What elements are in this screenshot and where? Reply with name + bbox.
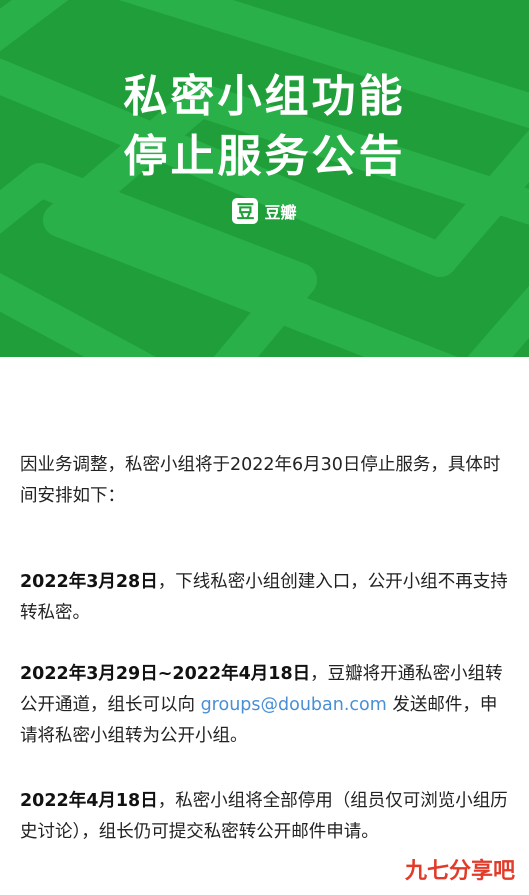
banner-title-line1: 私密小组功能: [123, 71, 406, 122]
header-banner: 私密小组功能 停止服务公告 豆 豆瓣: [0, 0, 529, 357]
intro-paragraph: 因业务调整，私密小组将于2022年6月30日停止服务，具体时间安排如下：: [20, 455, 501, 506]
brand: 豆 豆瓣: [0, 198, 529, 224]
email-link[interactable]: groups@douban.com: [201, 695, 387, 715]
schedule-date-2: 2022年3月29日~2022年4月18日: [20, 664, 311, 684]
schedule-date-1: 2022年3月28日: [20, 572, 158, 592]
schedule-item-3: 2022年4月18日，私密小组将全部停用（组员仅可浏览小组历史讨论），组长仍可提…: [20, 786, 512, 848]
schedule-date-3: 2022年4月18日: [20, 791, 158, 811]
douban-logo-icon: 豆: [232, 198, 259, 224]
brand-name: 豆瓣: [264, 203, 297, 222]
schedule-item-1: 2022年3月28日，下线私密小组创建入口，公开小组不再支持转私密。: [20, 567, 512, 629]
watermark: 九七分享吧: [404, 859, 515, 884]
banner-title-line2: 停止服务公告: [123, 131, 406, 182]
schedule-item-2: 2022年3月29日~2022年4月18日，豆瓣将开通私密小组转公开通道，组长可…: [20, 659, 512, 752]
